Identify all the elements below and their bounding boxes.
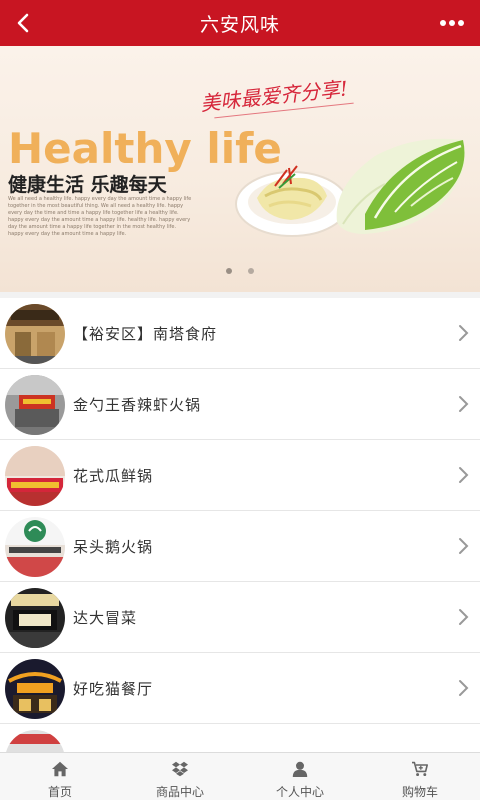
tab-products[interactable]: 商品中心 bbox=[120, 753, 240, 800]
tab-profile[interactable]: 个人中心 bbox=[240, 753, 360, 800]
carousel-indicator bbox=[0, 268, 480, 274]
restaurant-thumbnail bbox=[5, 659, 65, 719]
home-icon bbox=[52, 761, 68, 777]
dropbox-icon bbox=[172, 761, 188, 777]
restaurant-name: 好吃猫餐厅 bbox=[73, 680, 154, 698]
tab-home[interactable]: 首页 bbox=[0, 753, 120, 800]
tab-cart[interactable]: 购物车 bbox=[360, 753, 480, 800]
carousel-dot[interactable] bbox=[226, 268, 232, 274]
more-button[interactable] bbox=[432, 8, 472, 38]
restaurant-thumbnail bbox=[5, 304, 65, 364]
banner-subline: 健康生活 乐趣每天 bbox=[8, 174, 167, 196]
top-bar: 六安风味 bbox=[0, 0, 480, 46]
restaurant-name: 花式瓜鲜锅 bbox=[73, 467, 154, 485]
tab-label: 首页 bbox=[47, 785, 72, 799]
chevron-right-icon bbox=[459, 609, 469, 625]
carousel-dot[interactable] bbox=[248, 268, 254, 274]
list-item[interactable]: 呆头鹅火锅 bbox=[0, 511, 480, 582]
banner-carousel[interactable]: 美味最爱齐分享! Healthy life 健康生活 乐趣每天 We all n… bbox=[0, 46, 480, 292]
chevron-right-icon bbox=[459, 396, 469, 412]
chevron-right-icon bbox=[459, 325, 469, 341]
tab-label: 购物车 bbox=[401, 785, 438, 799]
restaurant-thumbnail bbox=[5, 517, 65, 577]
list-item[interactable]: 花式瓜鲜锅 bbox=[0, 440, 480, 511]
list-item[interactable] bbox=[0, 724, 480, 752]
tab-label: 个人中心 bbox=[275, 785, 324, 799]
list-item[interactable]: 金勺王香辣虾火锅 bbox=[0, 369, 480, 440]
chevron-left-icon bbox=[17, 13, 29, 33]
back-button[interactable] bbox=[8, 8, 38, 38]
restaurant-name: 金勺王香辣虾火锅 bbox=[73, 396, 202, 414]
list-item[interactable]: 【裕安区】南塔食府 bbox=[0, 298, 480, 369]
restaurant-list: 【裕安区】南塔食府 金勺王香辣虾火锅 花式瓜鲜锅 呆头鹅火锅 达大冒菜 好吃猫餐… bbox=[0, 298, 480, 752]
list-item[interactable]: 好吃猫餐厅 bbox=[0, 653, 480, 724]
restaurant-thumbnail bbox=[5, 588, 65, 648]
restaurant-thumbnail bbox=[5, 730, 65, 752]
restaurant-thumbnail bbox=[5, 446, 65, 506]
chevron-right-icon bbox=[459, 680, 469, 696]
user-icon bbox=[292, 761, 308, 777]
restaurant-name: 呆头鹅火锅 bbox=[73, 538, 154, 556]
restaurant-thumbnail bbox=[5, 375, 65, 435]
cart-icon bbox=[412, 761, 428, 777]
restaurant-name: 【裕安区】南塔食府 bbox=[73, 325, 218, 343]
bottom-tab-bar: 首页 商品中心 个人中心 购物车 bbox=[0, 752, 480, 800]
chevron-right-icon bbox=[459, 467, 469, 483]
restaurant-name: 达大冒菜 bbox=[73, 609, 138, 627]
tab-label: 商品中心 bbox=[155, 785, 204, 799]
page-title: 六安风味 bbox=[199, 13, 280, 36]
app-root: 六安风味 美味最爱齐分享! Healthy life 健康生活 乐趣每天 We … bbox=[0, 0, 480, 800]
list-item[interactable]: 达大冒菜 bbox=[0, 582, 480, 653]
chevron-right-icon bbox=[459, 538, 469, 554]
ellipsis-icon bbox=[440, 20, 464, 26]
banner-fineprint: We all need a healthy life. happy every … bbox=[8, 196, 192, 237]
food-illustration bbox=[235, 138, 466, 237]
